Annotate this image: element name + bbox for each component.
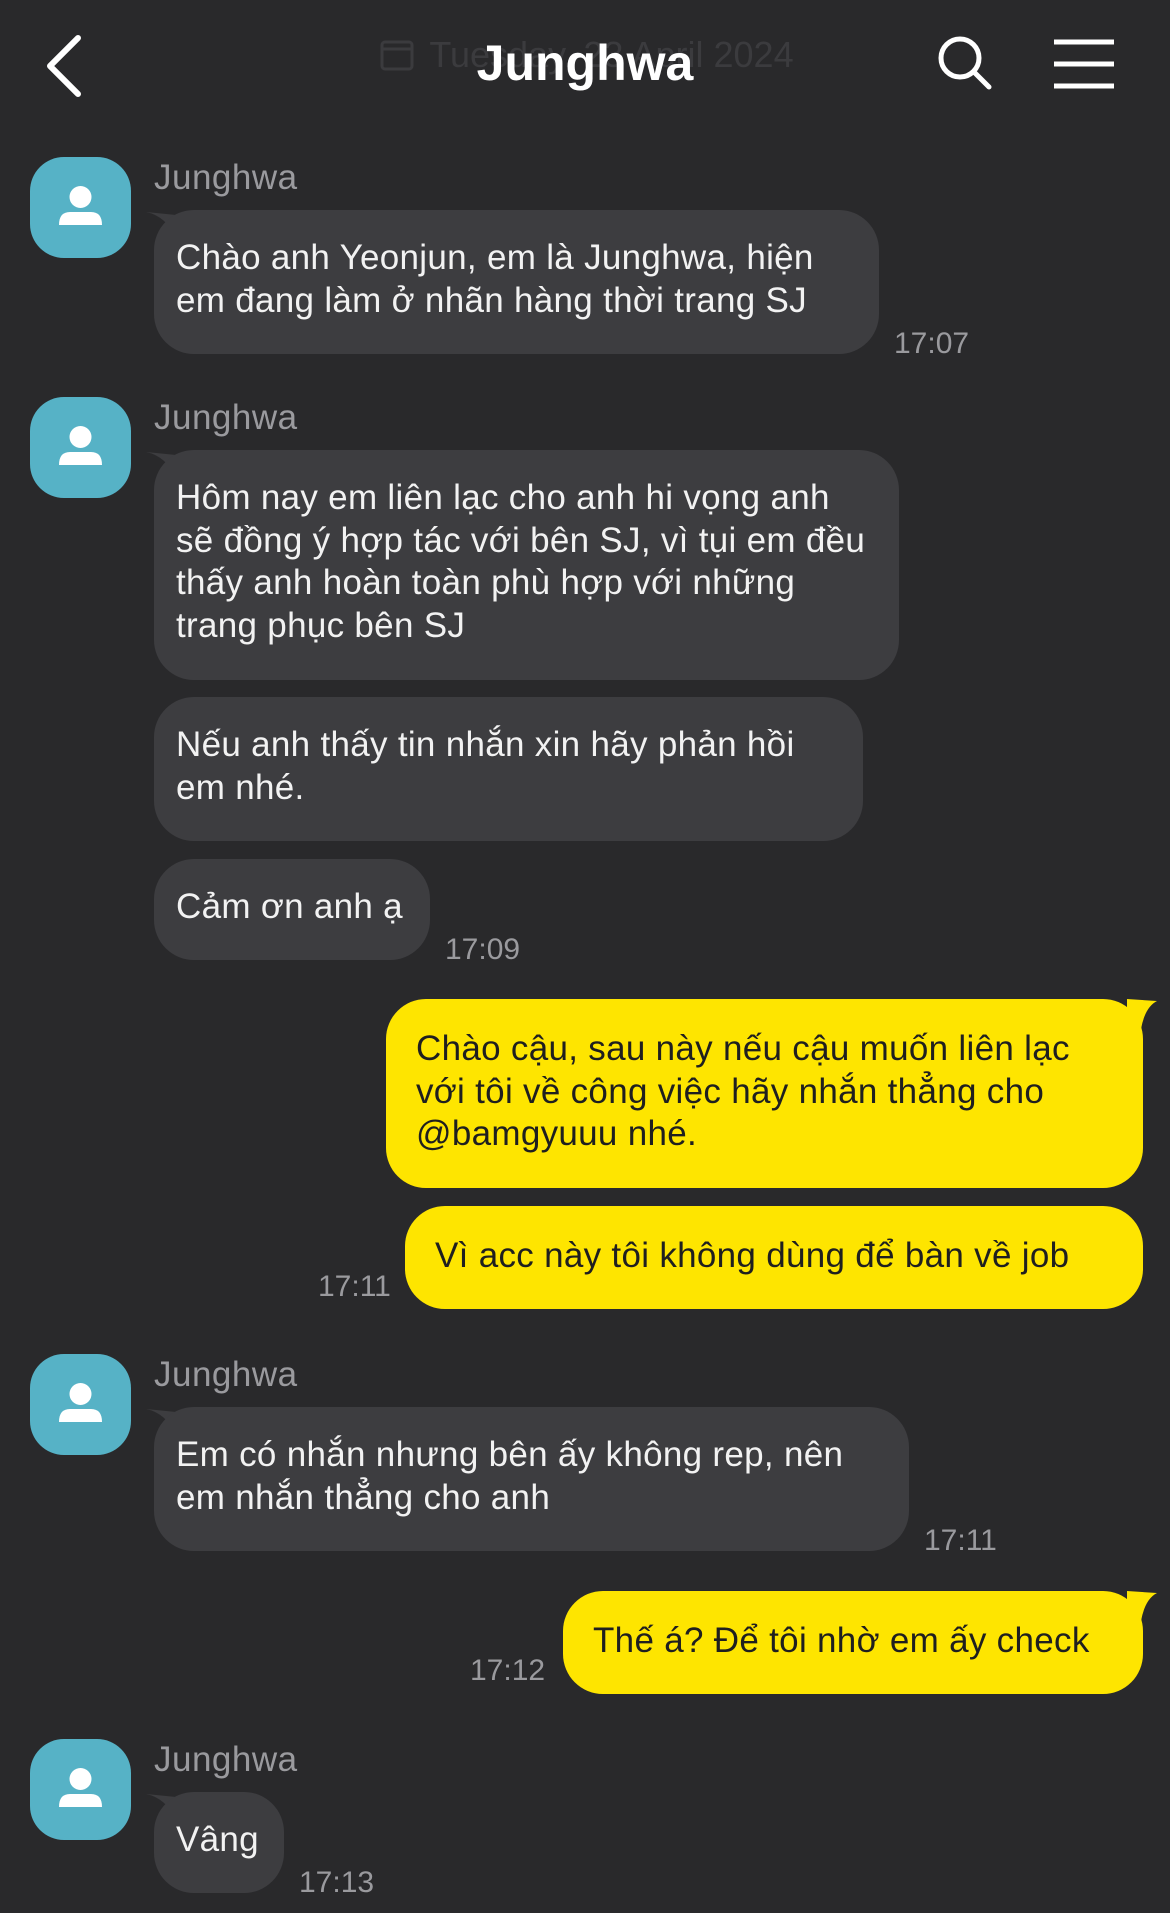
- sender-name: Junghwa: [154, 158, 298, 197]
- message-bubble[interactable]: Chào cậu, sau này nếu cậu muốn liên lạc …: [386, 999, 1143, 1188]
- message-time: 17:13: [299, 1866, 375, 1899]
- message-bubble[interactable]: Nếu anh thấy tin nhắn xin hãy phản hồi e…: [154, 697, 863, 841]
- sender-name: Junghwa: [154, 1355, 298, 1394]
- message-bubble[interactable]: Vì acc này tôi không dùng để bàn về job: [405, 1206, 1143, 1309]
- sender-name: Junghwa: [154, 398, 298, 437]
- bubble-tail: [1127, 999, 1157, 1029]
- chat-header: Tuesday, 23 April 2024 Junghwa: [0, 0, 1170, 130]
- person-icon: [59, 1768, 102, 1807]
- message-time: 17:07: [894, 327, 970, 360]
- avatar[interactable]: [30, 397, 131, 498]
- message-bubble[interactable]: Chào anh Yeonjun, em là Junghwa, hiện em…: [154, 210, 879, 354]
- person-icon: [59, 426, 102, 465]
- search-icon: [938, 36, 992, 90]
- sender-name: Junghwa: [154, 1740, 298, 1779]
- message-bubble[interactable]: Hôm nay em liên lạc cho anh hi vọng anh …: [154, 450, 899, 680]
- message-time: 17:09: [445, 933, 521, 966]
- menu-button[interactable]: [1052, 38, 1116, 90]
- search-button[interactable]: [935, 34, 995, 94]
- avatar[interactable]: [30, 157, 131, 258]
- person-icon: [59, 186, 102, 225]
- avatar[interactable]: [30, 1739, 131, 1840]
- bubble-tail: [1127, 1591, 1157, 1621]
- avatar[interactable]: [30, 1354, 131, 1455]
- message-bubble[interactable]: Thế á? Để tôi nhờ em ấy check: [563, 1591, 1143, 1694]
- hamburger-menu-icon: [1054, 39, 1114, 89]
- message-bubble[interactable]: Vâng: [154, 1792, 284, 1893]
- message-time: 17:11: [318, 1270, 391, 1303]
- message-bubble[interactable]: Cảm ơn anh ạ: [154, 859, 430, 960]
- person-icon: [59, 1383, 102, 1422]
- chat-screen: Tuesday, 23 April 2024 Junghwa Junghwa C…: [0, 0, 1170, 1913]
- message-time: 17:12: [470, 1654, 546, 1687]
- message-time: 17:11: [924, 1524, 997, 1557]
- message-bubble[interactable]: Em có nhắn nhưng bên ấy không rep, nên e…: [154, 1407, 909, 1551]
